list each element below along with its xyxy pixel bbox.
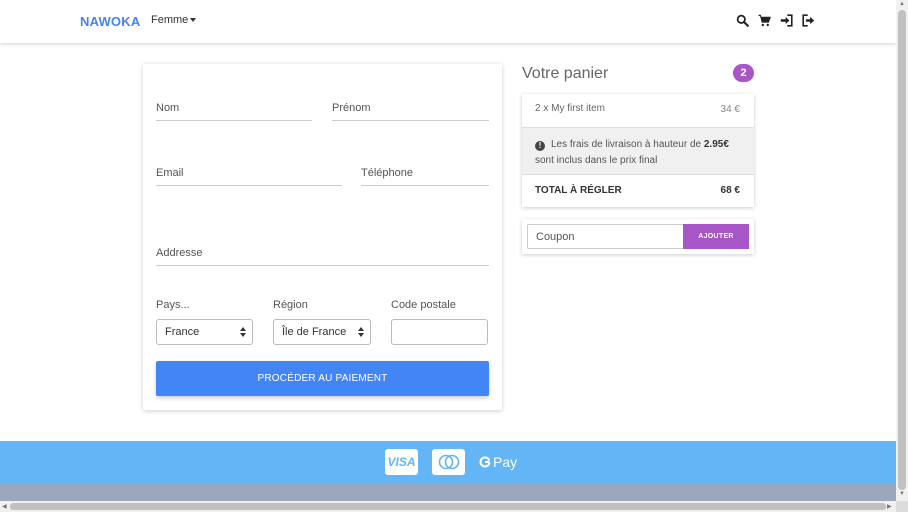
google-pay-logo: Pay <box>479 454 517 470</box>
region-select[interactable]: Île de France <box>273 319 371 345</box>
sign-in-icon[interactable] <box>780 14 793 27</box>
region-select-value: Île de France <box>282 326 347 338</box>
scroll-right-icon[interactable]: ▶ <box>887 503 892 510</box>
pays-select-value: France <box>165 326 200 338</box>
vertical-scrollbar[interactable]: ▲ ▼ <box>896 0 908 501</box>
scroll-down-icon[interactable]: ▼ <box>899 491 905 497</box>
cart-title: Votre panier <box>522 65 609 82</box>
total-label: TOTAL À RÉGLER <box>535 185 622 196</box>
select-arrows-icon <box>240 327 246 337</box>
telephone-label: Téléphone <box>361 167 413 179</box>
horizontal-scroll-thumb[interactable] <box>10 503 886 510</box>
vertical-scroll-thumb[interactable] <box>898 10 906 490</box>
cart-total-row: TOTAL À RÉGLER 68 € <box>522 175 754 207</box>
visa-text: VISA <box>387 455 416 469</box>
caret-down-icon <box>190 18 197 23</box>
scrollbar-corner <box>896 501 908 512</box>
visa-logo: VISA <box>385 449 418 475</box>
footer: VISA Pay <box>0 441 896 483</box>
coupon-form: Coupon AJOUTER <box>522 219 754 254</box>
mastercard-icon <box>438 454 459 470</box>
add-coupon-button[interactable]: AJOUTER <box>683 224 749 249</box>
femme-dropdown[interactable]: Femme <box>151 14 197 26</box>
shipping-info-text: ! Les frais de livraison à hauteur de 2.9… <box>535 137 745 169</box>
cart-item-price: 34 € <box>720 104 740 115</box>
shipping-text-after: sont inclus dans le prix final <box>535 155 658 166</box>
horizontal-scrollbar[interactable]: ◀ ▶ <box>0 501 896 512</box>
brand-logo[interactable]: NAWOKA <box>80 14 140 29</box>
coupon-input[interactable]: Coupon <box>527 224 684 249</box>
search-icon[interactable] <box>736 14 749 27</box>
footer-bottom <box>0 483 896 501</box>
cart-item-row: 2 x My first item 34 € <box>522 94 754 127</box>
nom-label: Nom <box>156 102 180 114</box>
prenom-label: Prénom <box>332 102 371 114</box>
shipping-info-row: ! Les frais de livraison à hauteur de 2.9… <box>522 127 754 175</box>
postal-code-input[interactable] <box>391 319 488 345</box>
scroll-up-icon[interactable]: ▲ <box>899 1 905 7</box>
payment-logos: VISA Pay <box>385 449 517 475</box>
address-label: Addresse <box>156 247 203 259</box>
cart-item-name: 2 x My first item <box>535 103 606 114</box>
scroll-left-icon[interactable]: ◀ <box>2 503 7 510</box>
address-field[interactable]: Addresse <box>156 247 489 266</box>
telephone-field[interactable]: Téléphone <box>361 166 489 186</box>
sign-out-icon[interactable] <box>802 14 815 27</box>
nom-field[interactable]: Nom <box>156 101 312 121</box>
region-label: Région <box>273 299 308 311</box>
postal-label: Code postale <box>391 299 456 311</box>
pays-select[interactable]: France <box>156 319 253 345</box>
cart-count-badge: 2 <box>733 64 754 82</box>
nav-icons <box>736 14 815 27</box>
femme-dropdown-label: Femme <box>151 14 189 26</box>
google-g-icon <box>479 456 491 468</box>
mastercard-logo <box>432 449 465 475</box>
checkout-form: Nom Prénom Email Téléphone Addresse Pays… <box>143 64 502 410</box>
proceed-to-payment-button[interactable]: PROCÉDER AU PAIEMENT <box>156 361 489 396</box>
gpay-text: Pay <box>493 454 518 470</box>
select-arrows-icon <box>358 327 364 337</box>
email-label: Email <box>156 167 184 179</box>
shipping-amount: 2.95€ <box>703 139 729 150</box>
info-icon: ! <box>535 141 545 151</box>
pays-label: Pays... <box>156 299 190 311</box>
email-field[interactable]: Email <box>156 166 342 186</box>
prenom-field[interactable]: Prénom <box>332 101 489 121</box>
cart-summary: 2 x My first item 34 € ! Les frais de liv… <box>522 94 754 207</box>
shipping-text-before: Les frais de livraison à hauteur de <box>551 139 702 150</box>
total-value: 68 € <box>720 185 740 196</box>
cart-icon[interactable] <box>758 14 771 27</box>
navbar: NAWOKA Femme <box>0 0 896 43</box>
